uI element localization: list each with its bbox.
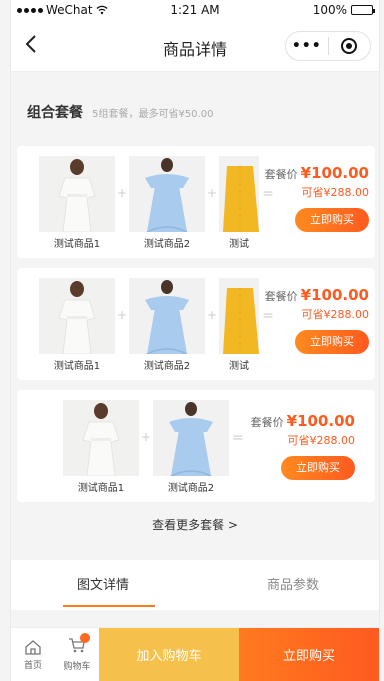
combo-products: 测试商品1 + 测试商品2 + 测试 =	[39, 278, 277, 372]
plus-sign: +	[206, 186, 218, 200]
tab-product-params[interactable]: 商品参数	[267, 574, 319, 593]
combo-price-area: 套餐价 ¥100.00 可省¥288.00 立即购买	[265, 164, 369, 232]
price-label: 套餐价	[250, 416, 284, 429]
combo-price-area: 套餐价 ¥100.00 可省¥288.00 立即购买	[265, 286, 369, 354]
product-name: 测试商品2	[143, 361, 191, 372]
combo-price: ¥100.00	[300, 286, 369, 304]
save-amount: 可省¥288.00	[301, 308, 370, 321]
combo-product[interactable]: 测试	[219, 156, 259, 250]
cart-label: 购物车	[63, 662, 91, 672]
product-image-white-dress	[39, 278, 115, 354]
product-image-blue-dress	[129, 278, 205, 354]
product-name: 测试商品2	[143, 239, 191, 250]
equals-sign: =	[232, 430, 244, 446]
save-amount: 可省¥288.00	[287, 434, 356, 447]
combo-price-line: 套餐价 ¥100.00	[251, 412, 355, 430]
cart-badge	[80, 633, 90, 643]
home-label: 首页	[23, 660, 42, 671]
add-to-cart-button[interactable]: 加入购物车	[99, 628, 239, 681]
combo-buy-button[interactable]: 立即购买	[295, 208, 369, 232]
status-bar: WeChat 1:21 AM 100%	[11, 0, 379, 20]
battery-percent: 100%	[312, 3, 347, 17]
combo-buy-button[interactable]: 立即购买	[295, 330, 369, 354]
combo-products: 测试商品1 + 测试商品2 =	[63, 400, 247, 494]
combo-products: 测试商品1 + 测试商品2 + 测试 =	[39, 156, 277, 250]
product-name: 测试商品2	[167, 483, 215, 494]
combo-product[interactable]: 测试	[219, 278, 259, 372]
product-image-yellow-dress	[219, 278, 259, 354]
plus-sign: +	[116, 308, 128, 322]
cart-button[interactable]: 购物车	[55, 628, 99, 681]
product-name: 测试商品1	[53, 361, 101, 372]
product-name: 测试	[229, 239, 249, 250]
status-right: 100%	[312, 3, 375, 17]
active-tab-indicator	[63, 605, 155, 607]
battery-icon	[351, 5, 375, 15]
combo-price-line: 套餐价 ¥100.00	[265, 286, 369, 304]
price-label: 套餐价	[264, 168, 298, 181]
product-image-blue-dress	[129, 156, 205, 232]
close-mini-program-button[interactable]	[329, 38, 371, 54]
combo-price: ¥100.00	[300, 164, 369, 182]
plus-sign: +	[116, 186, 128, 200]
combo-product[interactable]: 测试商品2	[129, 156, 205, 250]
plus-sign: +	[140, 430, 152, 444]
home-icon	[25, 639, 41, 655]
product-name: 测试	[229, 361, 249, 372]
more-button[interactable]: •••	[286, 38, 328, 54]
combo-buy-button[interactable]: 立即购买	[281, 456, 355, 480]
combo-subtitle: 5组套餐，最多可省¥50.00	[92, 109, 214, 120]
combo-product[interactable]: 测试商品1	[39, 156, 115, 250]
cart-icon-wrap	[68, 633, 90, 659]
product-name: 测试商品1	[77, 483, 125, 494]
combo-product[interactable]: 测试商品2	[129, 278, 205, 372]
combo-product[interactable]: 测试商品2	[153, 400, 229, 494]
combo-title: 组合套餐	[27, 105, 83, 121]
combo-price-line: 套餐价 ¥100.00	[265, 164, 369, 182]
combo-product[interactable]: 测试商品1	[63, 400, 139, 494]
combo-price: ¥100.00	[286, 412, 355, 430]
nav-bar: 商品详情 •••	[11, 20, 379, 72]
product-image-white-dress	[39, 156, 115, 232]
combo-header: 组合套餐 5组套餐，最多可省¥50.00	[11, 72, 379, 144]
combo-card-1: 测试商品1 + 测试商品2 + 测试 = 套餐价 ¥100.00 可省¥288.…	[17, 146, 375, 258]
phone-frame: WeChat 1:21 AM 100% 商品详情 ••• 组合套餐 5组套餐，最…	[10, 0, 380, 681]
combo-card-3: 测试商品1 + 测试商品2 = 套餐价 ¥100.00 可省¥288.00 立即…	[17, 390, 375, 502]
combo-price-area: 套餐价 ¥100.00 可省¥288.00 立即购买	[251, 412, 355, 480]
more-combos-link[interactable]: 查看更多套餐 >	[11, 516, 379, 533]
detail-tabs: 图文详情 商品参数	[11, 560, 379, 610]
bottom-action-bar: 首页 购物车 加入购物车 立即购买	[11, 627, 379, 681]
tab-graphic-details[interactable]: 图文详情	[77, 574, 129, 593]
target-icon	[341, 38, 358, 54]
product-image-blue-dress	[153, 400, 229, 476]
plus-sign: +	[206, 308, 218, 322]
buy-now-button[interactable]: 立即购买	[239, 628, 379, 681]
price-label: 套餐价	[264, 290, 298, 303]
mini-program-capsule: •••	[285, 31, 371, 61]
product-image-white-dress	[63, 400, 139, 476]
save-amount: 可省¥288.00	[301, 186, 370, 199]
combo-product[interactable]: 测试商品1	[39, 278, 115, 372]
combo-card-2: 测试商品1 + 测试商品2 + 测试 = 套餐价 ¥100.00 可省¥288.…	[17, 268, 375, 380]
product-image-yellow-dress	[219, 156, 259, 232]
home-button[interactable]: 首页	[11, 628, 55, 681]
product-name: 测试商品1	[53, 239, 101, 250]
